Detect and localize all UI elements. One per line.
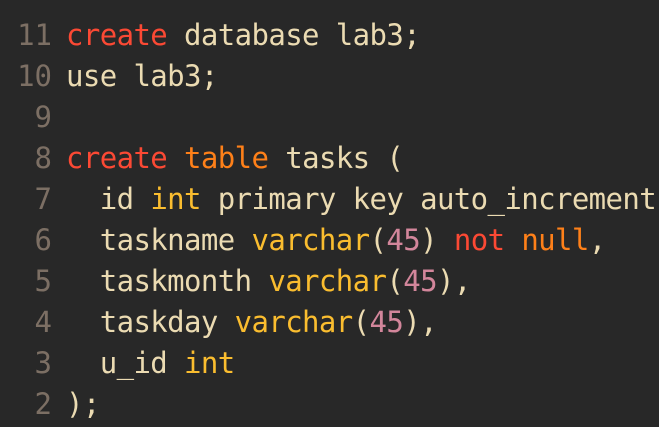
line-code[interactable]: taskmonth varchar(45), <box>66 261 472 302</box>
line-code[interactable]: use lab3; <box>66 56 218 97</box>
code-token-plain: ) <box>420 223 454 257</box>
code-token-num: 45 <box>403 264 437 298</box>
code-line[interactable]: 9 <box>0 97 66 138</box>
line-number: 9 <box>34 100 52 134</box>
line-number: 11 <box>17 18 52 52</box>
code-token-type: int <box>184 346 235 380</box>
code-token-type: varchar <box>268 264 387 298</box>
code-token-plain: ), <box>436 264 471 298</box>
line-code[interactable]: create database lab3; <box>66 15 421 56</box>
code-editor[interactable]: 11 create database lab3; 10 use lab3; 9 … <box>0 0 659 427</box>
line-code[interactable]: taskname varchar(45) not null, <box>66 220 607 261</box>
code-token-type: varchar <box>234 305 354 339</box>
code-token-plain: primary key auto_increment, <box>200 182 659 216</box>
line-code[interactable]: create table tasks ( <box>66 138 404 179</box>
code-token-plain: id <box>66 182 151 216</box>
code-token-plain: , <box>588 223 606 257</box>
code-line[interactable]: 6 taskname varchar(45) not null, <box>0 220 607 261</box>
line-number: 2 <box>34 387 52 421</box>
line-code[interactable]: u_id int <box>66 343 236 384</box>
line-number: 10 <box>17 59 52 93</box>
code-line[interactable]: 3 u_id int <box>0 343 236 384</box>
code-token-plain: tasks ( <box>268 141 404 175</box>
code-token-kw-red: create <box>66 18 168 52</box>
code-token-type: int <box>150 182 201 216</box>
code-line[interactable]: 2 ); <box>0 384 101 425</box>
line-number: 7 <box>34 182 52 216</box>
code-token-plain: ); <box>66 387 100 421</box>
code-line[interactable]: 8 create table tasks ( <box>0 138 404 179</box>
code-token-plain: taskday <box>66 305 235 339</box>
code-token-plain: taskname <box>66 223 252 257</box>
line-number: 5 <box>34 264 52 298</box>
code-token-plain: u_id <box>66 346 185 380</box>
line-code[interactable]: taskday varchar(45), <box>66 302 438 343</box>
code-line[interactable]: 10 use lab3; <box>0 56 218 97</box>
line-number: 6 <box>34 223 52 257</box>
code-token-plain: database lab3; <box>167 18 421 52</box>
code-token-kw-red: not <box>453 223 505 257</box>
line-number: 8 <box>34 141 52 175</box>
code-token-num: 45 <box>386 223 421 257</box>
code-token-type: varchar <box>251 223 370 257</box>
code-token-num: 45 <box>369 305 404 339</box>
code-token-plain: ), <box>403 305 437 339</box>
line-number: 4 <box>34 305 52 339</box>
code-line[interactable]: 5 taskmonth varchar(45), <box>0 261 472 302</box>
code-line[interactable]: 11 create database lab3; <box>0 15 421 56</box>
line-number: 3 <box>34 346 52 380</box>
code-token-plain: ( <box>369 223 387 257</box>
code-line[interactable]: 7 id int primary key auto_increment, <box>0 179 659 220</box>
code-token-kw-red: create <box>66 141 168 175</box>
code-line[interactable]: 4 taskday varchar(45), <box>0 302 438 343</box>
code-token-kw-orange: table <box>184 141 269 175</box>
code-token-plain: ( <box>386 264 404 298</box>
code-token-plain: ( <box>352 305 370 339</box>
code-token-plain: use lab3; <box>66 59 218 93</box>
code-token-plain: taskmonth <box>66 264 269 298</box>
code-token-kw-orange: null <box>521 223 589 257</box>
line-code[interactable]: ); <box>66 384 100 425</box>
line-code[interactable]: id int primary key auto_increment, <box>66 179 659 220</box>
